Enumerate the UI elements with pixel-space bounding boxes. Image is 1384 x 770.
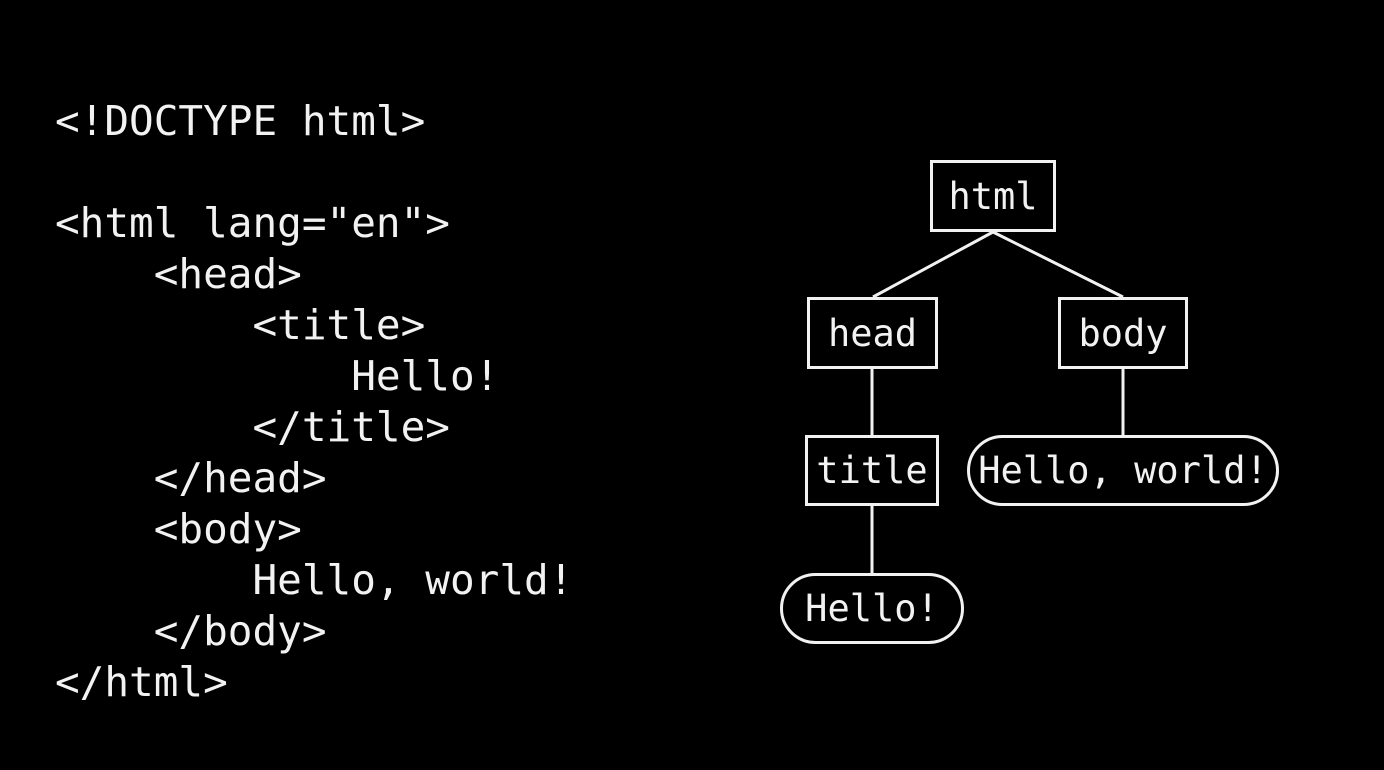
- tree-node-label: head: [827, 311, 918, 355]
- tree-node-label: body: [1078, 311, 1168, 355]
- edge-html-body: [992, 230, 1124, 299]
- tree-node-label: Hello!: [805, 587, 939, 630]
- code-line: </body>: [55, 607, 327, 655]
- code-line: <head>: [55, 250, 302, 298]
- code-line: <title>: [55, 301, 426, 349]
- code-line: <body>: [55, 505, 302, 553]
- tree-node-body[interactable]: body: [1058, 297, 1188, 369]
- tree-node-label: title: [816, 449, 928, 492]
- code-line: <!DOCTYPE html>: [55, 97, 426, 145]
- tree-node-label: Hello, world!: [978, 449, 1268, 492]
- tree-node-title[interactable]: title: [805, 435, 939, 506]
- tree-node-hello-world-text[interactable]: Hello, world!: [967, 435, 1279, 506]
- tree-node-head[interactable]: head: [807, 297, 938, 369]
- code-line: Hello, world!: [55, 556, 574, 604]
- slide-canvas: <!DOCTYPE html> <html lang="en"> <head> <…: [0, 0, 1384, 770]
- code-line: Hello!: [55, 352, 500, 400]
- code-line: <html lang="en">: [55, 199, 450, 247]
- code-line: </title>: [55, 403, 450, 451]
- code-line: </html>: [55, 658, 228, 706]
- html-source-code: <!DOCTYPE html> <html lang="en"> <head> <…: [55, 96, 573, 708]
- tree-node-label: html: [948, 174, 1038, 218]
- code-line: </head>: [55, 454, 327, 502]
- edge-html-head: [872, 230, 994, 299]
- tree-node-html[interactable]: html: [930, 160, 1056, 232]
- dom-tree-diagram: html head body title Hello, world! Hello…: [740, 140, 1340, 680]
- tree-node-hello-text[interactable]: Hello!: [780, 573, 964, 644]
